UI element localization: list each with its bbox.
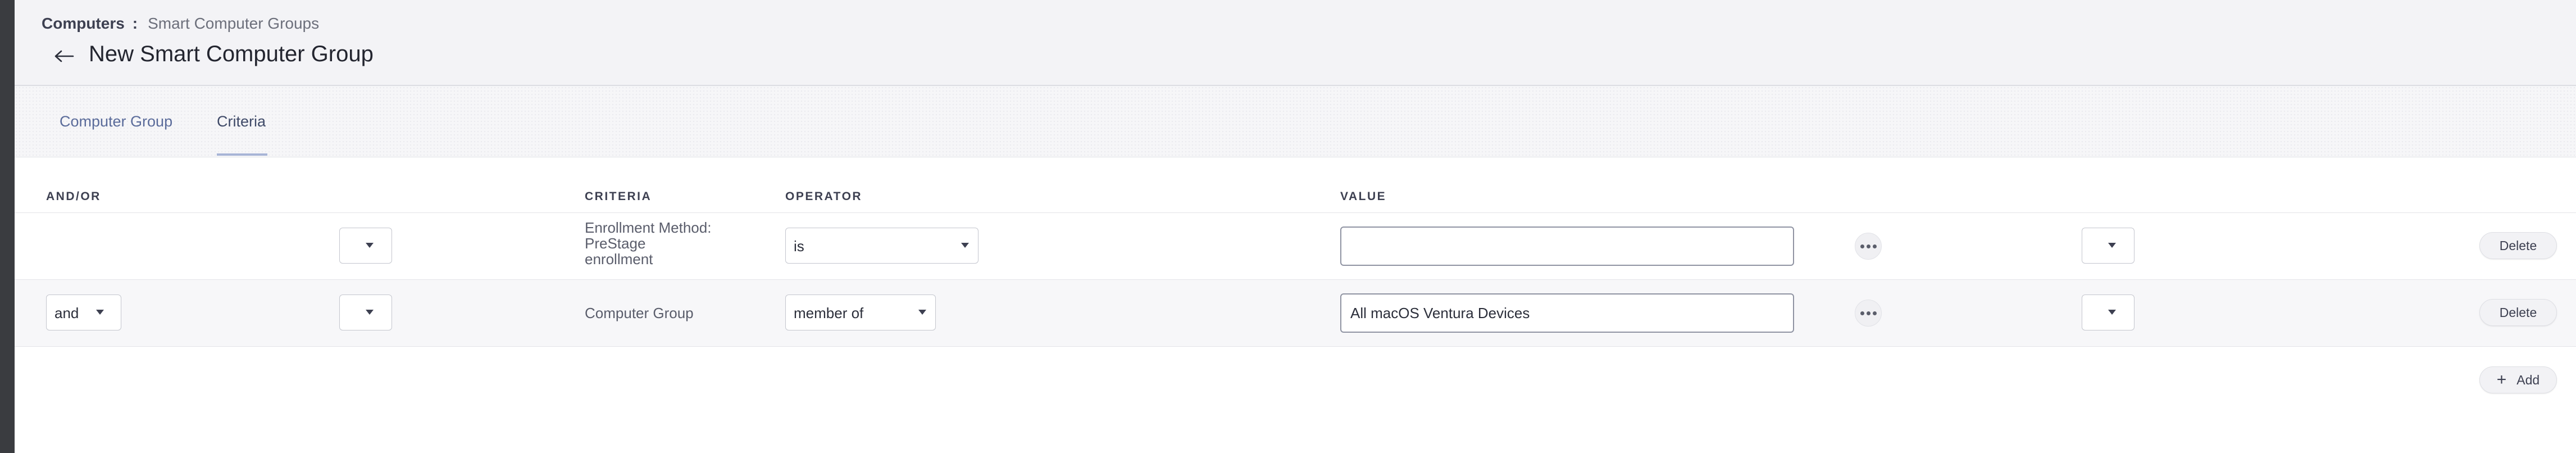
caret-down-icon (2108, 310, 2116, 315)
caret-down-icon (96, 310, 104, 315)
breadcrumb: Computers : Smart Computer Groups (42, 15, 319, 33)
app-sidebar-edge (0, 0, 15, 453)
column-header-operator: OPERATOR (785, 190, 863, 203)
add-button-label: Add (2516, 372, 2540, 387)
criteria-label-line: PreStage (585, 235, 646, 252)
operator-value: member of (794, 305, 864, 321)
caret-down-icon (961, 243, 969, 248)
operator-value: is (794, 238, 804, 255)
value-options-button[interactable] (1855, 233, 1882, 260)
main-content: Computers : Smart Computer Groups New Sm… (15, 0, 2576, 453)
ellipsis-icon (1859, 311, 1878, 315)
tab-computer-group[interactable]: Computer Group (60, 113, 172, 130)
criteria-row: Enrollment Method: PreStage enrollment i… (15, 212, 2576, 279)
delete-button[interactable]: Delete (2479, 299, 2557, 326)
value-options-button[interactable] (1855, 300, 1882, 327)
value-input[interactable] (1340, 293, 1794, 333)
page-title: New Smart Computer Group (89, 42, 374, 66)
column-header-value: VALUE (1340, 190, 1387, 203)
back-button[interactable] (47, 39, 81, 73)
criteria-label-line: enrollment (585, 251, 653, 268)
open-paren-select[interactable] (339, 228, 392, 264)
plus-icon: + (2496, 370, 2507, 389)
caret-down-icon (366, 310, 374, 315)
add-button[interactable]: + Add (2479, 366, 2557, 393)
criteria-label: Computer Group (585, 305, 694, 321)
ellipsis-icon (1859, 244, 1878, 248)
caret-down-icon (918, 310, 926, 315)
close-paren-select[interactable] (2082, 295, 2134, 330)
breadcrumb-computers[interactable]: Computers (42, 15, 125, 33)
criteria-row: and Computer Group member of Delete (15, 279, 2576, 347)
criteria-label: Enrollment Method: PreStage enrollment (585, 220, 711, 267)
caret-down-icon (2108, 243, 2116, 248)
caret-down-icon (366, 243, 374, 248)
close-paren-select[interactable] (2082, 228, 2134, 264)
and-or-value: and (54, 305, 79, 321)
column-header-and-or: AND/OR (46, 190, 101, 203)
criteria-label-line: Enrollment Method: (585, 219, 712, 236)
delete-button[interactable]: Delete (2479, 232, 2557, 259)
operator-select[interactable]: is (785, 228, 978, 264)
and-or-select[interactable]: and (46, 295, 121, 330)
breadcrumb-separator: : (132, 15, 138, 32)
tab-bar: Computer Group Criteria (15, 86, 2576, 157)
tab-criteria[interactable]: Criteria (217, 113, 266, 130)
active-tab-indicator (217, 153, 267, 156)
column-header-criteria: CRITERIA (585, 190, 652, 203)
open-paren-select[interactable] (339, 295, 392, 330)
arrow-left-icon (54, 50, 74, 62)
breadcrumb-smart-groups[interactable]: Smart Computer Groups (148, 15, 319, 33)
operator-select[interactable]: member of (785, 295, 936, 330)
page-header: Computers : Smart Computer Groups New Sm… (15, 0, 2576, 86)
value-input[interactable] (1340, 226, 1794, 266)
